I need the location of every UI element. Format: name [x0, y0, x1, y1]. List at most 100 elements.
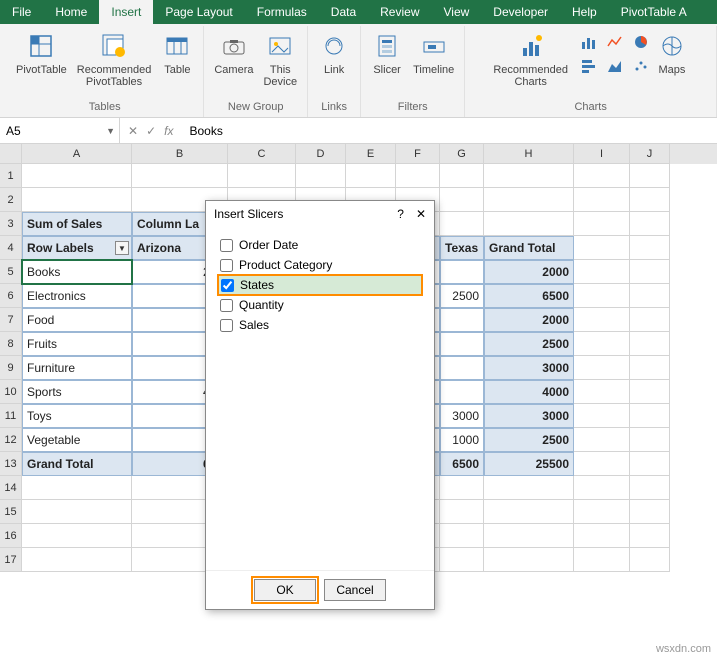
pivot-row-label-cell[interactable]: Fruits [22, 332, 132, 356]
cell[interactable] [630, 236, 670, 260]
row-header[interactable]: 3 [0, 212, 22, 236]
pivot-data-cell[interactable] [440, 380, 484, 404]
cancel-formula-icon[interactable]: ✕ [128, 124, 138, 138]
pivot-data-cell[interactable]: 1000 [440, 428, 484, 452]
tab-review[interactable]: Review [368, 0, 431, 24]
cell[interactable] [630, 524, 670, 548]
cell[interactable] [22, 524, 132, 548]
row-header[interactable]: 6 [0, 284, 22, 308]
cell[interactable] [574, 332, 630, 356]
row-header[interactable]: 11 [0, 404, 22, 428]
filter-dropdown-icon[interactable]: ▼ [115, 241, 129, 255]
cell[interactable] [630, 452, 670, 476]
cell[interactable] [574, 380, 630, 404]
pivot-data-cell[interactable]: 2500 [440, 284, 484, 308]
pivot-data-cell[interactable]: 4000 [484, 380, 574, 404]
row-header[interactable]: 1 [0, 164, 22, 188]
tab-pivottable-analyze[interactable]: PivotTable A [609, 0, 699, 24]
cell[interactable] [574, 500, 630, 524]
cell[interactable] [574, 188, 630, 212]
col-header[interactable]: J [630, 144, 670, 164]
formula-input[interactable]: Books [181, 118, 717, 143]
grand-total-col-header[interactable]: Grand Total [484, 236, 574, 260]
cell[interactable] [484, 500, 574, 524]
pivot-data-cell[interactable]: 2000 [484, 308, 574, 332]
pivot-row-label-cell[interactable]: Electronics [22, 284, 132, 308]
cell[interactable] [574, 356, 630, 380]
tab-home[interactable]: Home [43, 0, 99, 24]
pivot-data-cell[interactable]: 2500 [484, 332, 574, 356]
cell[interactable] [574, 284, 630, 308]
cell[interactable] [574, 236, 630, 260]
slicer-field-option[interactable]: States [217, 274, 423, 296]
cell[interactable] [574, 404, 630, 428]
pivot-data-cell[interactable]: 3000 [484, 356, 574, 380]
pivot-data-cell[interactable] [440, 332, 484, 356]
cell[interactable] [630, 428, 670, 452]
cell[interactable] [630, 308, 670, 332]
tab-developer[interactable]: Developer [481, 0, 560, 24]
cell[interactable] [630, 380, 670, 404]
cell[interactable] [484, 212, 574, 236]
cell[interactable] [630, 548, 670, 572]
cell[interactable] [484, 548, 574, 572]
col-header[interactable]: I [574, 144, 630, 164]
ok-button[interactable]: OK [254, 579, 316, 601]
tab-insert[interactable]: Insert [99, 0, 153, 24]
grand-total-cell[interactable]: 25500 [484, 452, 574, 476]
checkbox[interactable] [220, 319, 233, 332]
cell[interactable] [630, 164, 670, 188]
cell[interactable] [574, 428, 630, 452]
row-header[interactable]: 14 [0, 476, 22, 500]
pivot-row-label-cell[interactable]: Toys [22, 404, 132, 428]
cell[interactable] [630, 332, 670, 356]
name-box[interactable]: A5 ▼ [0, 118, 120, 143]
col-header[interactable]: A [22, 144, 132, 164]
enter-formula-icon[interactable]: ✓ [146, 124, 156, 138]
cell[interactable] [440, 548, 484, 572]
checkbox[interactable] [221, 279, 234, 292]
select-all-button[interactable] [0, 144, 22, 164]
cell[interactable] [228, 164, 296, 188]
cell[interactable] [574, 476, 630, 500]
tab-file[interactable]: File [0, 0, 43, 24]
grand-total-label[interactable]: Grand Total [22, 452, 132, 476]
cell[interactable] [630, 188, 670, 212]
slicer-field-option[interactable]: Order Date [218, 235, 422, 255]
cell[interactable] [574, 548, 630, 572]
row-header[interactable]: 5 [0, 260, 22, 284]
cell[interactable] [630, 212, 670, 236]
pivot-data-cell[interactable]: 2500 [484, 428, 574, 452]
cell[interactable] [630, 476, 670, 500]
dialog-help-button[interactable]: ? [397, 207, 404, 221]
cell[interactable] [440, 500, 484, 524]
pivot-data-cell[interactable]: 3000 [440, 404, 484, 428]
pivot-data-cell[interactable]: 6500 [484, 284, 574, 308]
cell[interactable] [22, 164, 132, 188]
pivot-row-labels[interactable]: Row Labels▼ [22, 236, 132, 260]
row-header[interactable]: 4 [0, 236, 22, 260]
cancel-button[interactable]: Cancel [324, 579, 386, 601]
col-header[interactable]: G [440, 144, 484, 164]
tab-help[interactable]: Help [560, 0, 609, 24]
row-header[interactable]: 17 [0, 548, 22, 572]
tab-view[interactable]: View [432, 0, 482, 24]
this-device-button[interactable]: This Device [259, 28, 301, 90]
col-header[interactable]: H [484, 144, 574, 164]
pivot-row-label-cell[interactable]: Books [22, 260, 132, 284]
cell[interactable] [574, 308, 630, 332]
tab-data[interactable]: Data [319, 0, 368, 24]
cell[interactable] [440, 188, 484, 212]
link-button[interactable]: Link [314, 28, 354, 78]
recommended-pivottables-button[interactable]: Recommended PivotTables [73, 28, 156, 90]
cell[interactable] [630, 404, 670, 428]
pivot-sum-label[interactable]: Sum of Sales [22, 212, 132, 236]
pivot-row-label-cell[interactable]: Sports [22, 380, 132, 404]
grand-total-cell[interactable]: 6500 [440, 452, 484, 476]
pivot-row-label-cell[interactable]: Vegetable [22, 428, 132, 452]
col-header[interactable]: D [296, 144, 346, 164]
camera-button[interactable]: Camera [210, 28, 257, 78]
cell[interactable] [346, 164, 396, 188]
dialog-close-button[interactable]: ✕ [416, 207, 426, 221]
cell[interactable] [440, 212, 484, 236]
